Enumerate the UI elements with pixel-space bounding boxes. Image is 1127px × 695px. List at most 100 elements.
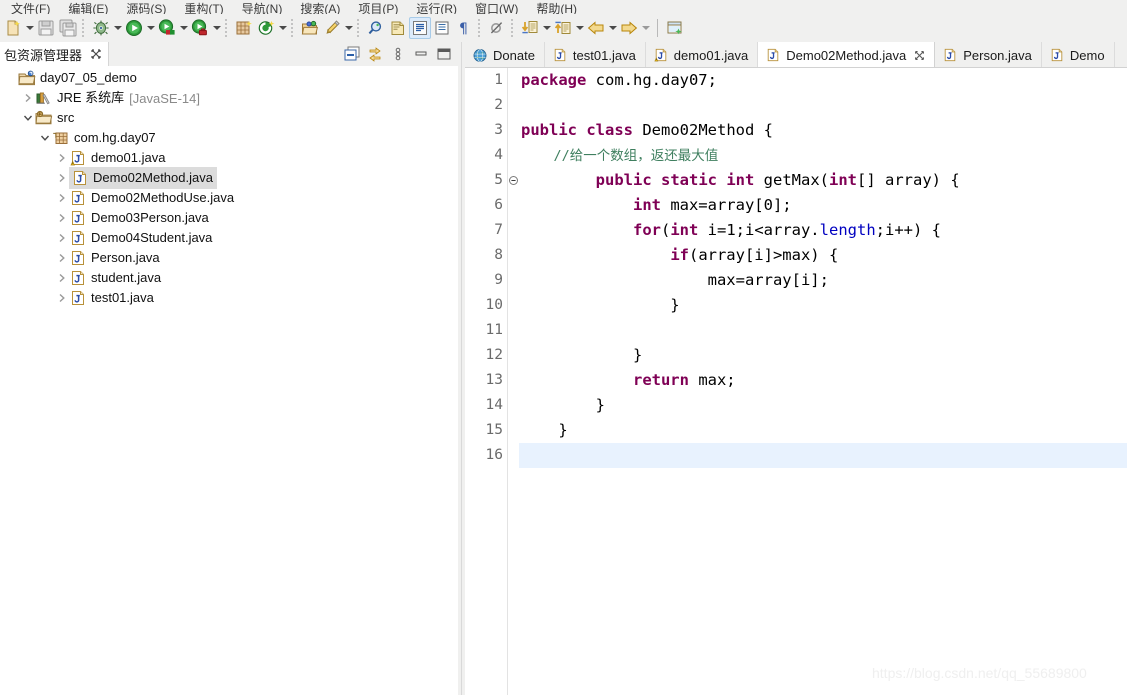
folding-column[interactable] <box>507 68 519 695</box>
view-menu-icon[interactable] <box>388 44 408 64</box>
open-type-icon[interactable] <box>299 17 321 39</box>
code-line[interactable]: } <box>519 343 1127 368</box>
code-line[interactable]: int max=array[0]; <box>519 193 1127 218</box>
chevron-right-icon[interactable] <box>55 248 69 268</box>
chevron-right-icon[interactable] <box>55 208 69 228</box>
code-line[interactable]: public class Demo02Method { <box>519 118 1127 143</box>
close-icon[interactable] <box>90 48 102 60</box>
debug-icon[interactable] <box>90 17 112 39</box>
editor-tab-person-java[interactable]: Person.java <box>935 42 1042 67</box>
forward-arrow-icon[interactable] <box>618 17 640 39</box>
fold-collapse-icon[interactable] <box>509 176 518 185</box>
chevron-right-icon[interactable] <box>55 228 69 248</box>
code-line[interactable] <box>519 318 1127 343</box>
next-annotation-caret[interactable] <box>541 17 552 39</box>
menu-item-9[interactable]: 窗口(W) <box>466 3 527 15</box>
tree-item-demo03person-java[interactable]: Demo03Person.java <box>0 208 458 228</box>
code-text-area[interactable]: package com.hg.day07; public class Demo0… <box>519 68 1127 695</box>
code-line[interactable]: for(int i=1;i<array.length;i++) { <box>519 218 1127 243</box>
editor-tab-donate[interactable]: Donate <box>465 42 545 67</box>
code-line[interactable] <box>519 443 1127 468</box>
chevron-right-icon[interactable] <box>55 148 69 168</box>
code-line[interactable]: public static int getMax(int[] array) { <box>519 168 1127 193</box>
tree-item-demo02methoduse-java[interactable]: Demo02MethodUse.java <box>0 188 458 208</box>
code-line[interactable]: return max; <box>519 368 1127 393</box>
code-line[interactable]: if(array[i]>max) { <box>519 243 1127 268</box>
tree-item-demo04student-java[interactable]: Demo04Student.java <box>0 228 458 248</box>
menu-item-7[interactable]: 项目(P) <box>349 3 407 15</box>
profile-icon[interactable] <box>189 17 211 39</box>
chevron-right-icon[interactable] <box>55 288 69 308</box>
tree-item-day07-05-demo[interactable]: day07_05_demo <box>0 68 458 88</box>
chevron-right-icon[interactable] <box>55 188 69 208</box>
chevron-right-icon[interactable] <box>55 268 69 288</box>
menu-item-1[interactable]: 文件(F) <box>2 3 59 15</box>
quick-access-caret[interactable] <box>343 17 354 39</box>
new-window-icon[interactable] <box>664 17 686 39</box>
maximize-icon[interactable] <box>434 44 454 64</box>
new-dropdown-caret[interactable] <box>24 17 35 39</box>
tree-item-com-hg-day07[interactable]: com.hg.day07 <box>0 128 458 148</box>
code-line[interactable]: package com.hg.day07; <box>519 68 1127 93</box>
tree-item-demo01-java[interactable]: demo01.java <box>0 148 458 168</box>
tree-item-jre-[interactable]: JRE 系统库 [JavaSE-14] <box>0 88 458 108</box>
link-editor-icon[interactable] <box>409 17 431 39</box>
tree-item-student-java[interactable]: student.java <box>0 268 458 288</box>
code-line[interactable]: max=array[i]; <box>519 268 1127 293</box>
menu-item-10[interactable]: 帮助(H) <box>527 3 586 15</box>
panel-divider[interactable] <box>458 42 465 695</box>
menu-item-3[interactable]: 源码(S) <box>117 3 175 15</box>
code-line[interactable] <box>519 93 1127 118</box>
back-arrow-caret[interactable] <box>607 17 618 39</box>
run-icon[interactable] <box>123 17 145 39</box>
menu-item-4[interactable]: 重构(T) <box>175 3 232 15</box>
show-whitespace-icon[interactable] <box>431 17 453 39</box>
quick-access-pen-icon[interactable] <box>321 17 343 39</box>
back-arrow-icon[interactable] <box>585 17 607 39</box>
toggle-mark-occurrences-icon[interactable] <box>387 17 409 39</box>
tree-item-demo02method-java[interactable]: Demo02Method.java <box>0 167 458 189</box>
forward-arrow-caret[interactable] <box>640 17 651 39</box>
save-all-icon[interactable] <box>57 17 79 39</box>
save-icon[interactable] <box>35 17 57 39</box>
menu-item-6[interactable]: 搜索(A) <box>291 3 349 15</box>
minimize-icon[interactable] <box>411 44 431 64</box>
next-annotation-icon[interactable] <box>519 17 541 39</box>
close-icon[interactable] <box>914 50 925 61</box>
new-java-class-caret[interactable] <box>277 17 288 39</box>
chevron-right-icon[interactable] <box>21 88 35 108</box>
new-java-class-icon[interactable] <box>255 17 277 39</box>
new-java-package-icon[interactable] <box>233 17 255 39</box>
editor-tab-demo[interactable]: Demo <box>1042 42 1115 67</box>
coverage-icon[interactable] <box>156 17 178 39</box>
menu-item-2[interactable]: 编辑(E) <box>59 3 117 15</box>
menu-item-8[interactable]: 运行(R) <box>407 3 466 15</box>
code-line[interactable]: } <box>519 393 1127 418</box>
previous-annotation-icon[interactable] <box>552 17 574 39</box>
code-line[interactable]: } <box>519 293 1127 318</box>
chevron-right-icon[interactable] <box>55 168 69 188</box>
debug-dropdown-caret[interactable] <box>112 17 123 39</box>
tab-package-explorer[interactable]: 包资源管理器 <box>0 42 110 66</box>
skip-breakpoints-icon[interactable] <box>486 17 508 39</box>
pilcrow-icon[interactable]: ¶ <box>453 17 475 39</box>
coverage-dropdown-caret[interactable] <box>178 17 189 39</box>
run-dropdown-caret[interactable] <box>145 17 156 39</box>
chevron-down-icon[interactable] <box>38 128 52 148</box>
tree-item-src[interactable]: src <box>0 108 458 128</box>
new-wizard-icon[interactable] <box>2 17 24 39</box>
editor-tab-demo02method-java[interactable]: Demo02Method.java <box>758 42 936 67</box>
code-line[interactable]: } <box>519 418 1127 443</box>
link-with-editor-icon[interactable] <box>365 44 385 64</box>
menu-item-5[interactable]: 导航(N) <box>233 3 292 15</box>
chevron-down-icon[interactable] <box>21 108 35 128</box>
code-line[interactable]: //给一个数组，返还最大值 <box>519 143 1127 168</box>
previous-annotation-caret[interactable] <box>574 17 585 39</box>
tree-item-person-java[interactable]: Person.java <box>0 248 458 268</box>
editor-tab-test01-java[interactable]: test01.java <box>545 42 646 67</box>
package-explorer-tree[interactable]: day07_05_demo JRE 系统库 [JavaSE-14] src com.hg… <box>0 66 458 695</box>
editor-tab-demo01-java[interactable]: demo01.java <box>646 42 759 67</box>
collapse-all-icon[interactable] <box>342 44 362 64</box>
profile-dropdown-caret[interactable] <box>211 17 222 39</box>
tree-item-test01-java[interactable]: test01.java <box>0 288 458 308</box>
